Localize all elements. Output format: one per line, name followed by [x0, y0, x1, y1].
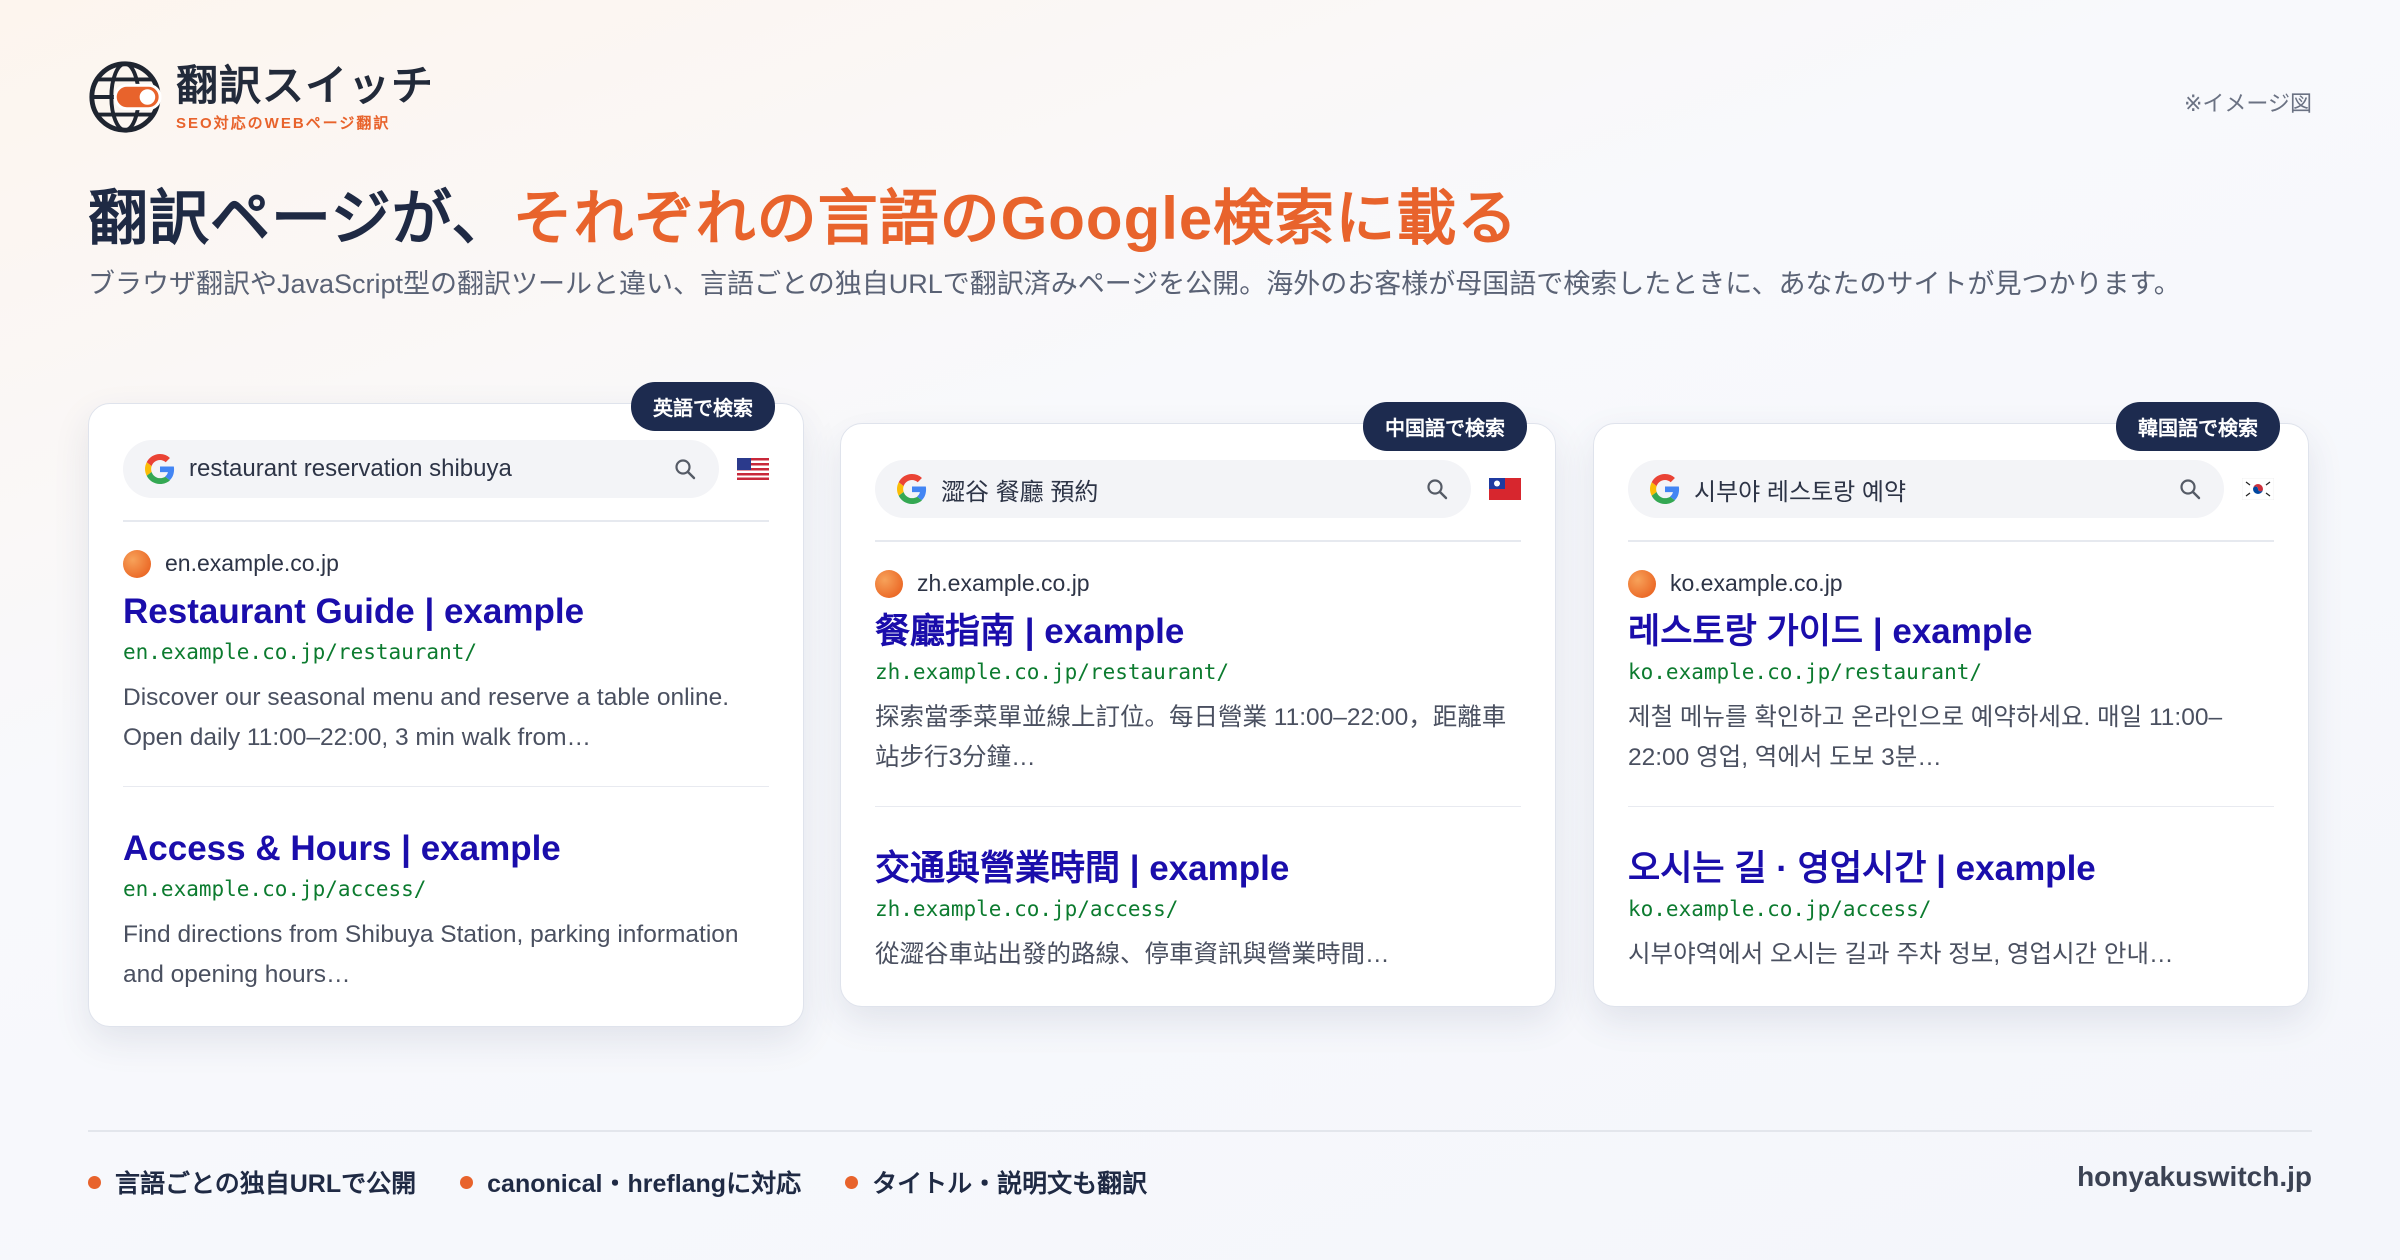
search-result: en.example.co.jp Restaurant Guide | exam… [123, 522, 769, 787]
search-result: zh.example.co.jp 餐廳指南 | example zh.examp… [875, 542, 1521, 807]
result-url: en.example.co.jp/restaurant/ [123, 639, 478, 664]
result-domain: ko.example.co.jp [1670, 570, 1843, 596]
globe-switch-icon [89, 61, 162, 133]
result-title-link[interactable]: 交通與營業時間 | example [875, 847, 1521, 891]
result-url: en.example.co.jp/access/ [123, 877, 427, 901]
site-url: honyakuswitch.jp [2077, 1161, 2312, 1192]
result-url: ko.example.co.jp/restaurant/ [1628, 659, 1983, 684]
search-icon[interactable] [2178, 477, 2202, 501]
result-url: ko.example.co.jp/access/ [1628, 897, 1932, 921]
result-description: 從澀谷車站出發的路線、停車資訊與營業時間… [875, 941, 1390, 968]
result-domain: zh.example.co.jp [917, 570, 1090, 596]
search-card-english: 英語で検索 restaurant reservation shibuya en.… [88, 382, 804, 1027]
search-icon[interactable] [1425, 477, 1449, 501]
us-flag-icon [737, 458, 769, 480]
result-title-link[interactable]: Restaurant Guide | example [123, 590, 769, 634]
search-card-chinese: 中国語で検索 澀谷 餐廳 預約 zh.example.co.jp 餐廳指南 | … [840, 402, 1556, 1007]
result-description: Discover our seasonal menu and reserve a… [123, 683, 730, 751]
search-language-badge: 韓国語で検索 [2116, 402, 2280, 451]
site-favicon-icon [123, 549, 151, 578]
result-title-link[interactable]: Access & Hours | example [123, 827, 769, 871]
result-description: 시부야역에서 오시는 길과 주차 정보, 영업시간 안내… [1628, 941, 2174, 968]
brand-logo: 翻訳スイッチ SEO対応のWEBページ翻訳 [86, 58, 434, 136]
result-title-link[interactable]: 오시는 길 · 영업시간 | example [1628, 847, 2274, 891]
search-input[interactable]: 澀谷 餐廳 預約 [875, 460, 1471, 518]
feature-label: canonical・hreflangに対応 [487, 1170, 802, 1198]
result-domain: en.example.co.jp [165, 550, 339, 576]
feature-item: canonical・hreflangに対応 [460, 1164, 801, 1200]
bullet-dot-icon [845, 1175, 859, 1189]
bullet-dot-icon [88, 1175, 101, 1189]
result-url: zh.example.co.jp/restaurant/ [875, 659, 1230, 684]
search-query: restaurant reservation shibuya [189, 455, 512, 482]
search-language-badge: 英語で検索 [631, 382, 775, 431]
kr-flag-icon [2242, 478, 2274, 500]
search-language-badge: 中国語で検索 [1363, 402, 1527, 451]
feature-item: 言語ごとの独自URLで公開 [88, 1164, 416, 1200]
result-url: zh.example.co.jp/access/ [875, 897, 1179, 921]
brand-tagline: SEO対応のWEBページ翻訳 [176, 114, 391, 132]
search-input[interactable]: restaurant reservation shibuya [123, 440, 719, 498]
title-part-main: 翻訳ページが、 [88, 185, 513, 252]
google-g-icon [145, 454, 175, 484]
tw-flag-icon [1489, 478, 1521, 500]
brand-name: 翻訳スイッチ [176, 61, 435, 109]
search-card-korean: 韓国語で検索 시부야 레스토랑 예약 ko.example.co.jp 레스토랑… [1593, 402, 2309, 1007]
search-query: 시부야 레스토랑 예약 [1694, 478, 1907, 506]
search-result: 交通與營業時間 | example zh.example.co.jp/acces… [875, 807, 1521, 975]
feature-label: タイトル・説明文も翻訳 [872, 1170, 1148, 1198]
search-result: ko.example.co.jp 레스토랑 가이드 | example ko.e… [1628, 542, 2274, 807]
footer-divider [88, 1130, 2312, 1132]
google-g-icon [897, 474, 927, 504]
page-subtitle: ブラウザ翻訳やJavaScript型の翻訳ツールと違い、言語ごとの独自URLで翻… [88, 269, 2181, 299]
feature-list: 言語ごとの独自URLで公開 canonical・hreflangに対応 タイトル… [88, 1164, 1191, 1200]
bullet-dot-icon [460, 1175, 474, 1189]
feature-item: タイトル・説明文も翻訳 [845, 1164, 1147, 1200]
site-favicon-icon [1628, 569, 1656, 598]
page-title: 翻訳ページが、それぞれの言語のGoogle検索に載る [88, 170, 1518, 257]
search-input[interactable]: 시부야 레스토랑 예약 [1628, 460, 2224, 518]
search-result: Access & Hours | example en.example.co.j… [123, 787, 769, 995]
google-g-icon [1650, 474, 1680, 504]
result-title-link[interactable]: 레스토랑 가이드 | example [1628, 610, 2274, 654]
result-description: 探索當季菜單並線上訂位。每日營業 11:00–22:00，距離車站步行3分鐘… [875, 703, 1507, 771]
feature-label: 言語ごとの独自URLで公開 [115, 1170, 417, 1198]
result-title-link[interactable]: 餐廳指南 | example [875, 610, 1521, 654]
image-note: ※イメージ図 [2184, 91, 2312, 116]
site-favicon-icon [875, 569, 903, 598]
search-icon[interactable] [673, 457, 697, 481]
result-description: 제철 메뉴를 확인하고 온라인으로 예약하세요. 매일 11:00–22:00 … [1628, 703, 2223, 771]
search-query: 澀谷 餐廳 預約 [941, 478, 1099, 506]
title-part-accent: それぞれの言語のGoogle検索に載る [512, 185, 1519, 252]
result-description: Find directions from Shibuya Station, pa… [123, 921, 739, 988]
search-result: 오시는 길 · 영업시간 | example ko.example.co.jp/… [1628, 807, 2274, 975]
